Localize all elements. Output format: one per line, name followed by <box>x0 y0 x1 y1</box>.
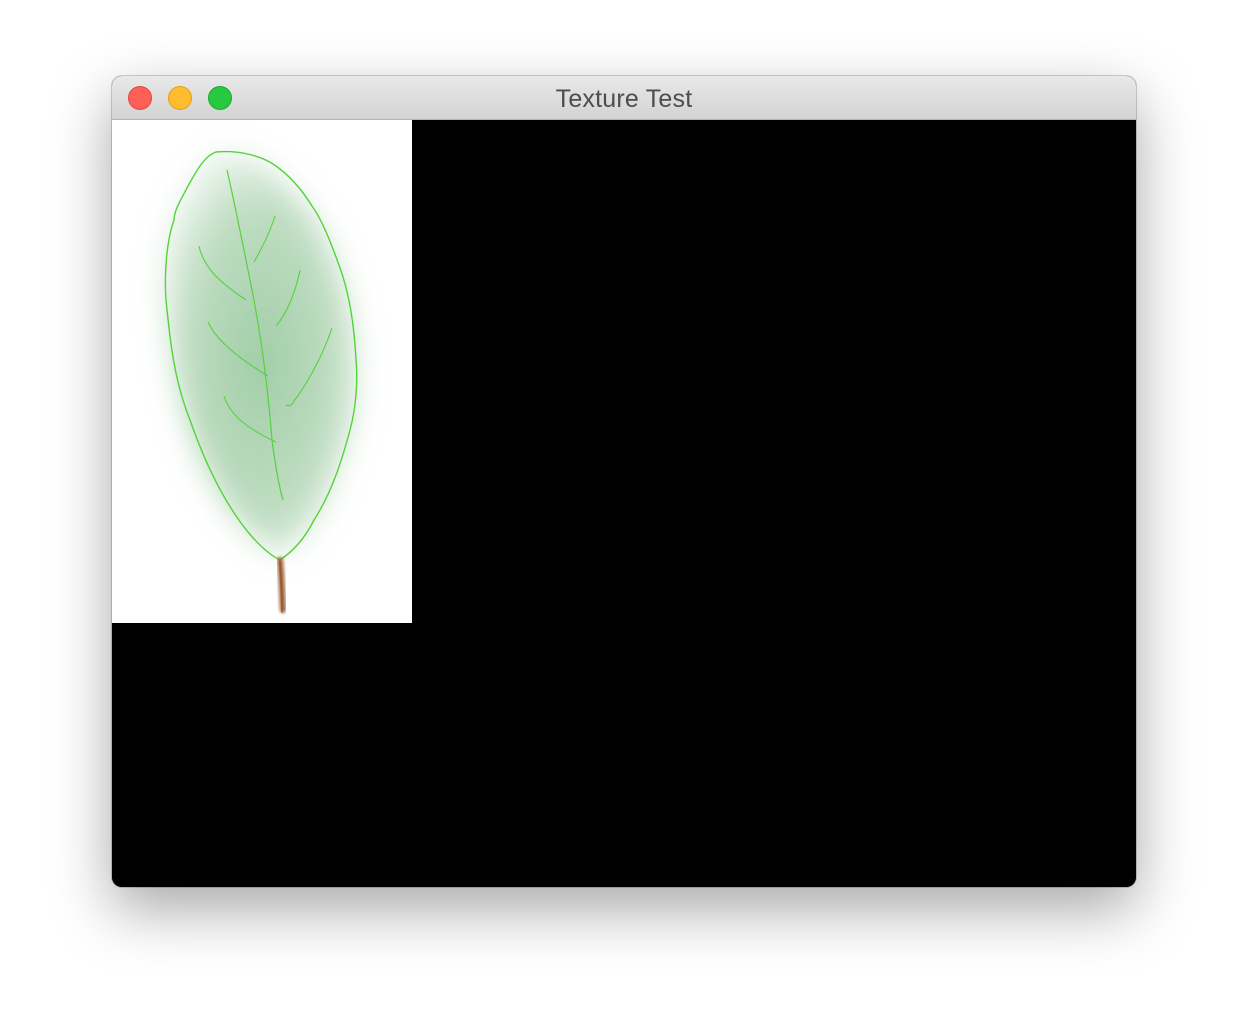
leaf-body <box>163 153 359 556</box>
title-bar[interactable]: Texture Test <box>112 76 1136 120</box>
window-title: Texture Test <box>555 85 693 113</box>
app-window: Texture Test <box>112 76 1136 887</box>
render-canvas[interactable] <box>112 120 1136 887</box>
texture-image <box>112 120 412 623</box>
leaf-image <box>163 150 359 613</box>
